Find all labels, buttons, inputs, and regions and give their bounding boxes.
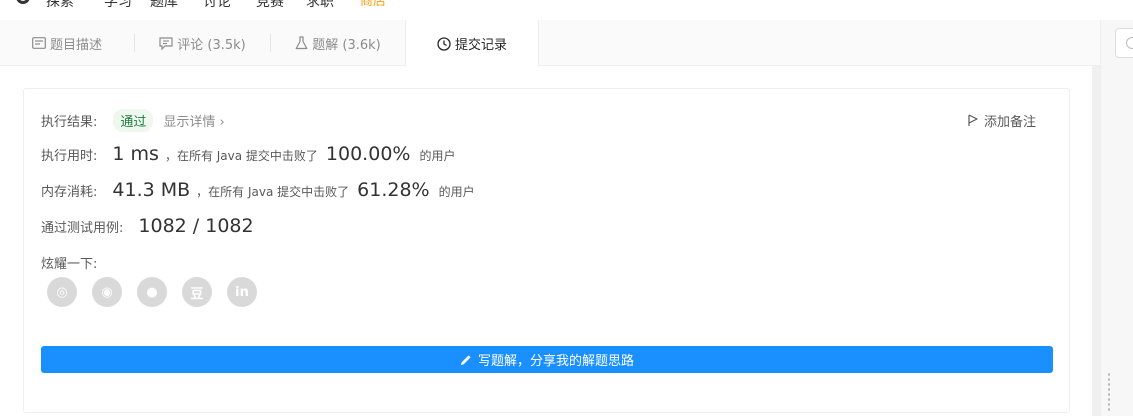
runtime-mid-text: ，在所有 Java 提交中击败了 — [164, 149, 318, 163]
memory-row: 内存消耗: 41.3 MB ，在所有 Java 提交中击败了 61.28% 的用… — [41, 179, 475, 201]
right-panel — [1100, 20, 1133, 416]
tab-comments[interactable]: 评论 (3.5k) — [135, 20, 270, 66]
write-solution-button[interactable]: 写题解，分享我的解题思路 — [41, 346, 1053, 373]
memory-suffix: 的用户 — [438, 185, 475, 199]
nav-item-discuss[interactable]: 讨论 — [203, 0, 231, 11]
share-buttons: ◎ ◉ ● 豆 in — [47, 277, 257, 307]
testcases-row: 通过测试用例: 1082 / 1082 — [41, 215, 254, 237]
qq-icon[interactable]: ● — [137, 277, 167, 307]
wechat-icon[interactable]: ◎ — [47, 277, 77, 307]
memory-mid-text: ，在所有 Java 提交中击败了 — [196, 185, 350, 199]
runtime-value: 1 ms — [112, 143, 159, 165]
result-row: 执行结果: 通过 显示详情 › — [41, 109, 225, 132]
tab-description-label: 题目描述 — [49, 37, 102, 53]
show-details-link[interactable]: 显示详情 › — [163, 111, 224, 130]
problem-tabs: 题目描述 评论 (3.5k) 题解 (3.6k) 提交记录 — [0, 20, 1100, 67]
search-icon — [1126, 37, 1133, 49]
resize-handle[interactable] — [1107, 372, 1111, 412]
flag-icon — [968, 114, 978, 127]
memory-label: 内存消耗: — [41, 185, 98, 200]
flask-icon — [295, 36, 308, 50]
linkedin-icon[interactable]: in — [227, 277, 257, 307]
runtime-suffix: 的用户 — [419, 149, 456, 163]
pencil-icon — [460, 354, 472, 366]
nav-item-problems[interactable]: 题库 — [150, 0, 178, 11]
tab-submissions[interactable]: 提交记录 — [405, 20, 539, 67]
nav-item-explore[interactable]: 探索 — [46, 0, 74, 11]
clock-icon — [437, 36, 451, 51]
tab-submissions-label: 提交记录 — [454, 38, 507, 53]
runtime-percent: 100.00% — [325, 143, 411, 165]
write-solution-label: 写题解，分享我的解题思路 — [477, 354, 634, 369]
logo-icon[interactable] — [16, 0, 30, 4]
tab-solutions-label: 题解 (3.6k) — [312, 37, 381, 53]
memory-value: 41.3 MB — [112, 179, 191, 201]
scrollbar[interactable] — [1092, 66, 1100, 416]
add-note-label: 添加备注 — [984, 115, 1037, 130]
result-label: 执行结果: — [41, 115, 98, 130]
nav-item-store[interactable]: 商店 — [360, 0, 386, 9]
nav-item-contest[interactable]: 竞赛 — [256, 0, 284, 11]
status-badge: 通过 — [113, 109, 154, 132]
add-note-button[interactable]: 添加备注 — [968, 111, 1036, 130]
memory-percent: 61.28% — [357, 179, 430, 201]
runtime-label: 执行用时: — [41, 149, 98, 164]
top-navigation: 探索 学习 题库 讨论 竞赛 求职 商店 — [0, 0, 1133, 20]
tab-solutions[interactable]: 题解 (3.6k) — [271, 20, 405, 66]
douban-icon[interactable]: 豆 — [182, 277, 212, 307]
share-label: 炫耀一下: — [41, 257, 98, 272]
tab-description[interactable]: 题目描述 — [0, 20, 134, 66]
submission-result-card: 执行结果: 通过 显示详情 › 添加备注 执行用时: 1 ms ，在所有 Jav… — [23, 88, 1070, 413]
runtime-row: 执行用时: 1 ms ，在所有 Java 提交中击败了 100.00% 的用户 — [41, 143, 455, 165]
weibo-icon[interactable]: ◉ — [92, 277, 122, 307]
description-icon — [32, 37, 46, 49]
search-box[interactable] — [1115, 28, 1133, 58]
nav-item-jobs[interactable]: 求职 — [306, 0, 334, 11]
share-row-label: 炫耀一下: — [41, 253, 97, 272]
tab-comments-label: 评论 (3.5k) — [177, 37, 246, 53]
testcases-label: 通过测试用例: — [41, 221, 124, 236]
nav-item-study[interactable]: 学习 — [104, 0, 132, 11]
testcases-value: 1082 / 1082 — [138, 215, 254, 237]
comment-icon — [159, 36, 173, 50]
